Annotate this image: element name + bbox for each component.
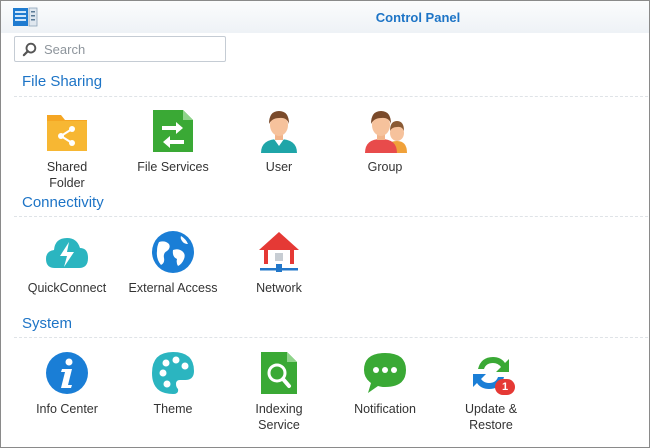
file-services-icon xyxy=(153,110,193,152)
search-input[interactable] xyxy=(44,40,219,58)
tile-external-access[interactable]: External Access xyxy=(123,230,223,308)
tile-network[interactable]: Network xyxy=(229,230,329,308)
tile-label: Shared Folder xyxy=(17,159,117,191)
tile-label: User xyxy=(265,160,293,174)
tile-label: Info Center xyxy=(36,402,98,416)
palette-icon xyxy=(152,352,194,394)
tile-theme[interactable]: Theme xyxy=(123,351,223,429)
chat-bubble-icon xyxy=(364,353,406,393)
tile-label: Group xyxy=(367,160,403,174)
section-title-connectivity: Connectivity xyxy=(22,194,104,211)
tile-notification[interactable]: Notification xyxy=(335,351,435,429)
section-title-system: System xyxy=(22,315,73,332)
tile-file-services[interactable]: File Services xyxy=(123,109,223,187)
section-title-file-sharing: File Sharing xyxy=(22,73,103,90)
indexing-service-icon xyxy=(261,352,297,394)
update-count-badge: 1 xyxy=(495,379,515,395)
group-icon xyxy=(365,111,407,153)
title-bar[interactable]: Control Panel xyxy=(1,1,649,33)
tile-quickconnect[interactable]: QuickConnect xyxy=(17,230,117,308)
user-icon xyxy=(261,111,297,153)
external-access-icon xyxy=(152,231,194,273)
section-divider xyxy=(14,216,648,217)
tile-label: QuickConnect xyxy=(27,281,107,295)
tile-label: Indexing Service xyxy=(229,401,329,433)
shared-folder-icon xyxy=(47,115,87,151)
tile-group[interactable]: Group xyxy=(335,109,435,187)
tile-indexing-service[interactable]: Indexing Service xyxy=(229,351,329,432)
badge-count: 1 xyxy=(501,381,509,393)
section-divider xyxy=(14,337,648,338)
window-title: Control Panel xyxy=(375,10,461,25)
tile-label: Update & Restore xyxy=(441,401,541,433)
control-panel-window: Control Panel File Sharing Shared Folder xyxy=(0,0,650,448)
tile-label-line: Shared Folder xyxy=(46,160,88,190)
tile-label: File Services xyxy=(137,160,209,174)
tile-info-center[interactable]: Info Center xyxy=(17,351,117,429)
tile-user[interactable]: User xyxy=(229,109,329,187)
search-box[interactable] xyxy=(14,36,226,62)
network-icon xyxy=(259,232,299,272)
quickconnect-icon xyxy=(46,238,88,268)
info-icon xyxy=(46,352,88,394)
tile-label: External Access xyxy=(128,281,218,295)
tile-update-restore[interactable]: 1 Update & Restore xyxy=(441,351,541,432)
section-divider xyxy=(14,96,648,97)
tile-label-line: Update & Restore xyxy=(464,402,518,432)
tile-label: Notification xyxy=(354,402,416,416)
tile-label-line: Indexing Service xyxy=(255,402,303,432)
tile-label: Network xyxy=(256,281,302,295)
search-icon xyxy=(22,42,37,57)
tile-shared-folder[interactable]: Shared Folder xyxy=(17,109,117,190)
tile-label: Theme xyxy=(153,402,193,416)
